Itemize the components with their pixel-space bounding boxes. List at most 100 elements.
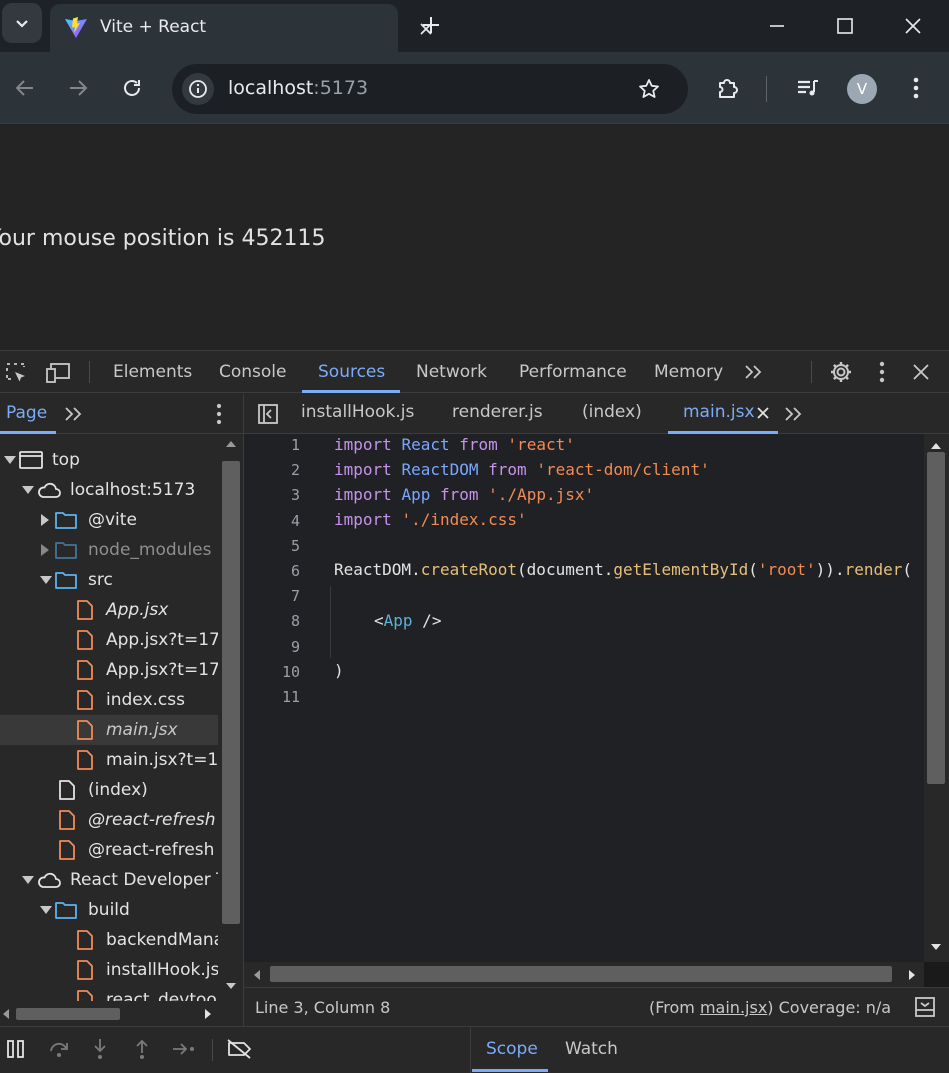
- tab-search-button[interactable]: [2, 3, 42, 43]
- line-number[interactable]: 5: [244, 537, 300, 555]
- tab-scope[interactable]: Scope: [486, 1039, 538, 1059]
- expand-arrow-right-icon[interactable]: [40, 514, 50, 526]
- navigator-menu-icon[interactable]: [216, 403, 222, 425]
- tree-item[interactable]: node_modules: [0, 535, 218, 565]
- tree-item[interactable]: @vite: [0, 505, 218, 535]
- inspect-element-icon[interactable]: [4, 361, 28, 385]
- line-number[interactable]: 3: [244, 486, 300, 504]
- tree-item[interactable]: App.jsx?t=171: [0, 625, 218, 655]
- editor-tab-renderer[interactable]: renderer.js: [452, 402, 543, 422]
- line-number[interactable]: 9: [244, 638, 300, 656]
- tree-item[interactable]: main.jsx?t=17: [0, 745, 218, 775]
- extensions-button[interactable]: [713, 73, 743, 103]
- tree-item[interactable]: @react-refresh: [0, 805, 218, 835]
- navigator-scroll-thumb[interactable]: [222, 461, 240, 924]
- window-close-button[interactable]: [900, 13, 926, 39]
- scroll-right-arrow-icon[interactable]: [204, 1008, 212, 1020]
- tab-watch[interactable]: Watch: [565, 1039, 618, 1059]
- more-tabs-chevron-icon[interactable]: [64, 405, 84, 423]
- editor-tab-index[interactable]: (index): [582, 402, 642, 422]
- tree-item[interactable]: backendMana: [0, 925, 218, 955]
- new-tab-button[interactable]: [418, 12, 444, 38]
- tab-sources[interactable]: Sources: [318, 351, 385, 393]
- expand-arrow-right-icon[interactable]: [40, 544, 50, 556]
- pause-icon[interactable]: [6, 1039, 26, 1059]
- expand-arrow-down-icon[interactable]: [40, 575, 52, 585]
- code-area[interactable]: 1 2 3 4 5 6 7 8 9 10 11 import React from 'react' …: [244, 434, 924, 962]
- tree-item[interactable]: (index): [0, 775, 218, 805]
- line-number[interactable]: 1: [244, 436, 300, 454]
- line-number[interactable]: 2: [244, 461, 300, 479]
- line-number[interactable]: 8: [244, 612, 300, 630]
- step-icon[interactable]: [171, 1040, 197, 1058]
- expand-arrow-down-icon[interactable]: [40, 905, 52, 915]
- deactivate-breakpoints-icon[interactable]: [226, 1038, 254, 1060]
- tree-item[interactable]: App.jsx?t=171: [0, 655, 218, 685]
- scroll-up-arrow-icon[interactable]: [930, 442, 942, 450]
- tree-item[interactable]: installHook.js: [0, 955, 218, 985]
- tree-item[interactable]: main.jsx: [0, 715, 218, 745]
- scroll-up-arrow-icon[interactable]: [225, 440, 237, 448]
- editor-tab-main-jsx[interactable]: main.jsx: [683, 402, 755, 422]
- tree-item[interactable]: @react-refresh: [0, 835, 218, 865]
- tree-item[interactable]: localhost:5173: [0, 475, 218, 505]
- scroll-left-arrow-icon[interactable]: [253, 969, 261, 981]
- line-number[interactable]: 10: [244, 663, 300, 681]
- tree-item[interactable]: build: [0, 895, 218, 925]
- device-toolbar-icon[interactable]: [45, 361, 71, 385]
- tab-elements[interactable]: Elements: [113, 351, 192, 393]
- address-bar[interactable]: localhost:5173: [172, 64, 688, 114]
- line-number[interactable]: 11: [244, 688, 300, 706]
- scroll-down-arrow-icon[interactable]: [225, 982, 237, 990]
- tree-item[interactable]: index.css: [0, 685, 218, 715]
- expand-arrow-down-icon[interactable]: [22, 485, 34, 495]
- editor-horizontal-thumb[interactable]: [270, 966, 892, 982]
- more-tabs-chevron-icon[interactable]: [744, 363, 764, 381]
- line-number[interactable]: 4: [244, 512, 300, 530]
- browser-tab[interactable]: Vite + React: [50, 4, 432, 52]
- devtools-menu-icon[interactable]: [879, 361, 885, 383]
- tree-item[interactable]: top: [0, 445, 218, 475]
- scroll-right-arrow-icon[interactable]: [908, 969, 916, 981]
- bookmark-star-icon[interactable]: [638, 78, 660, 100]
- navigator-horizontal-thumb[interactable]: [16, 1008, 120, 1020]
- settings-gear-icon[interactable]: [829, 360, 853, 384]
- editor-tab-installhook[interactable]: installHook.js: [301, 402, 414, 422]
- minimize-button[interactable]: [764, 13, 790, 39]
- tree-item[interactable]: src: [0, 565, 218, 595]
- source-origin-link[interactable]: main.jsx: [700, 998, 767, 1017]
- close-editor-tab-icon[interactable]: [756, 406, 770, 420]
- expand-arrow-down-icon[interactable]: [22, 875, 34, 885]
- site-info-button[interactable]: [182, 73, 214, 105]
- tree-item[interactable]: App.jsx: [0, 595, 218, 625]
- reload-button[interactable]: [117, 73, 147, 103]
- editor-scroll-thumb[interactable]: [927, 452, 945, 784]
- scroll-down-arrow-icon[interactable]: [930, 943, 942, 951]
- vite-logo-icon: [64, 16, 88, 40]
- line-number[interactable]: 7: [244, 587, 300, 605]
- tree-item[interactable]: React Developer To: [0, 865, 218, 895]
- back-button[interactable]: [10, 73, 40, 103]
- browser-menu-button[interactable]: [901, 73, 931, 103]
- step-out-icon[interactable]: [133, 1037, 151, 1061]
- line-number[interactable]: 6: [244, 562, 300, 580]
- tab-network[interactable]: Network: [416, 351, 487, 393]
- tab-performance[interactable]: Performance: [519, 351, 627, 393]
- media-controls-button[interactable]: [793, 73, 823, 103]
- navigator-tab-page[interactable]: Page: [6, 403, 47, 423]
- toggle-navigator-icon[interactable]: [257, 403, 279, 425]
- toggle-drawer-icon[interactable]: [914, 996, 936, 1018]
- tab-console[interactable]: Console: [219, 351, 287, 393]
- profile-avatar[interactable]: V: [847, 74, 877, 104]
- expand-arrow-down-icon[interactable]: [4, 455, 16, 465]
- scroll-left-arrow-icon[interactable]: [2, 1008, 10, 1020]
- tab-memory[interactable]: Memory: [654, 351, 723, 393]
- step-into-icon[interactable]: [91, 1037, 109, 1061]
- keyword: import: [334, 510, 392, 529]
- more-editor-tabs-chevron-icon[interactable]: [784, 405, 804, 423]
- close-devtools-icon[interactable]: [912, 363, 930, 381]
- file-icon: [76, 749, 94, 771]
- step-over-icon[interactable]: [48, 1039, 70, 1059]
- maximize-button[interactable]: [832, 13, 858, 39]
- forward-button[interactable]: [63, 73, 93, 103]
